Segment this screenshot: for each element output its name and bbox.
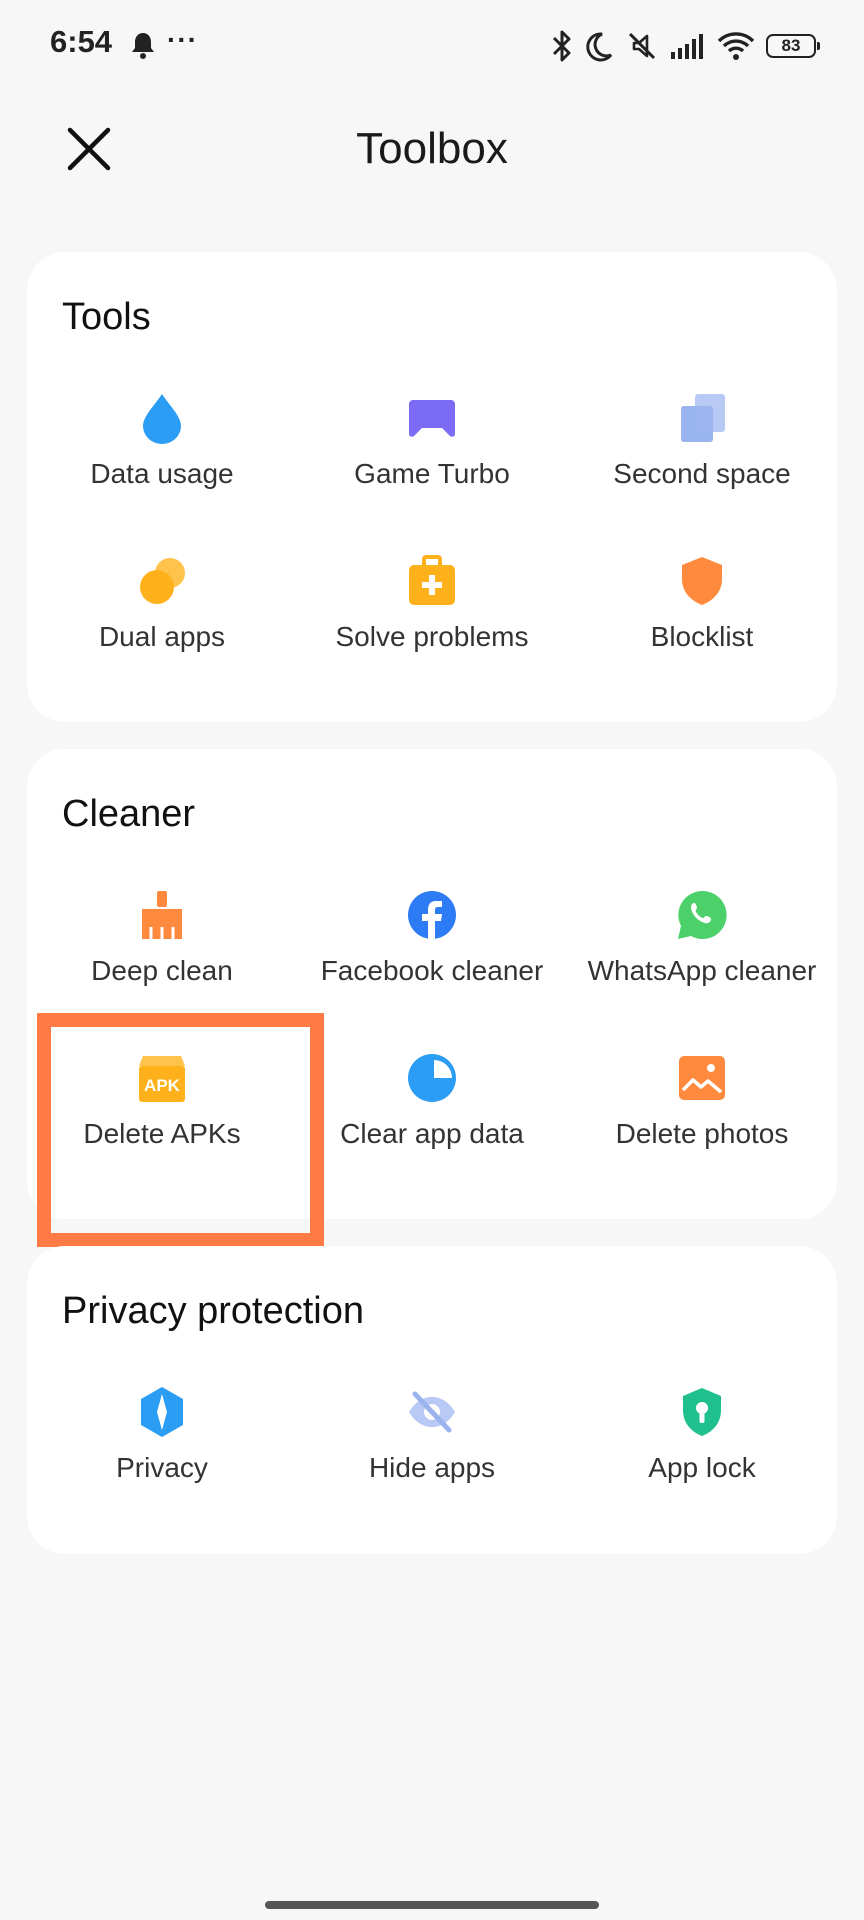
cleaner-label: Clear app data [340,1118,524,1149]
bluetooth-icon [552,30,571,62]
status-bar: 6:54 ··· 83 [0,0,864,92]
privacy-label: App lock [648,1452,756,1483]
dual-circles-icon [140,558,185,604]
privacy-card: Privacy protection Privacy Hide apps App… [27,1246,837,1554]
highlight-box [37,1013,324,1247]
broom-icon [142,891,182,939]
moon-icon [586,32,613,62]
facebook-icon [408,891,456,939]
cleaner-whatsapp[interactable]: WhatsApp cleaner [567,889,837,1029]
privacy-hide-apps[interactable]: Hide apps [297,1386,567,1526]
privacy-privacy[interactable]: Privacy [27,1386,297,1526]
tool-label: Dual apps [98,621,226,652]
bell-icon [132,33,154,59]
section-title-cleaner: Cleaner [62,793,196,835]
gamepad-icon [409,400,455,437]
water-drop-icon [143,394,181,444]
tool-blocklist[interactable]: Blocklist [567,555,837,695]
privacy-app-lock[interactable]: App lock [567,1386,837,1526]
cleaner-label: WhatsApp cleaner [587,955,817,986]
tool-label: Data usage [90,458,234,489]
whatsapp-icon [678,890,727,939]
mute-icon [628,32,656,60]
battery-indicator: 83 [766,34,820,58]
cleaner-delete-photos[interactable]: Delete photos [567,1052,837,1192]
tool-label: Solve problems [335,621,529,652]
cleaner-label: Delete photos [615,1118,789,1149]
cleaner-label: Deep clean [91,955,233,986]
shield-icon [682,557,722,605]
privacy-label: Hide apps [368,1452,496,1483]
more-dots-icon: ··· [167,24,198,55]
tool-label: Second space [613,458,791,489]
cleaner-deep-clean[interactable]: Deep clean [27,889,297,1029]
tool-second-space[interactable]: Second space [567,392,837,532]
cleaner-label: Facebook cleaner [320,955,544,986]
tool-dual-apps[interactable]: Dual apps [27,555,297,695]
status-time: 6:54 [50,24,113,59]
tools-card: Tools Data usage Game Turbo Second space… [27,252,837,722]
photo-icon [679,1056,725,1100]
wifi-icon [717,32,755,60]
tool-game-turbo[interactable]: Game Turbo [297,392,567,532]
section-title-privacy: Privacy protection [62,1290,365,1332]
home-indicator[interactable] [265,1901,599,1909]
eye-off-icon [409,1391,455,1433]
cleaner-facebook[interactable]: Facebook cleaner [297,889,567,1029]
privacy-label: Privacy [116,1452,208,1483]
tool-label: Blocklist [650,621,754,652]
copy-squares-icon [681,394,725,442]
lock-shield-icon [683,1388,721,1436]
pie-chart-icon [408,1054,456,1102]
status-icons: 83 [551,26,820,66]
first-aid-kit-icon [409,555,455,605]
tool-data-usage[interactable]: Data usage [27,392,297,532]
signal-icon [671,34,703,59]
section-title-tools: Tools [62,296,151,338]
cleaner-clear-app-data[interactable]: Clear app data [297,1052,567,1192]
page-title: Toolbox [356,124,508,173]
tool-solve-problems[interactable]: Solve problems [297,555,567,695]
tool-label: Game Turbo [354,458,510,489]
privacy-shield-icon [141,1387,183,1437]
